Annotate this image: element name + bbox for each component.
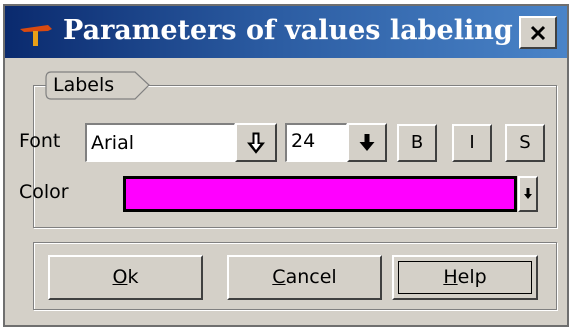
strikeout-button[interactable]: S — [505, 124, 545, 162]
hammer-icon — [20, 25, 52, 46]
size-dropdown-button[interactable] — [347, 123, 387, 162]
labels-group-title: Labels — [53, 74, 115, 96]
cancel-mnemonic: C — [272, 266, 286, 288]
ok-button[interactable]: Ok — [48, 255, 203, 300]
labels-group-tab: Labels — [45, 71, 150, 100]
cancel-label-rest: ancel — [285, 266, 337, 288]
color-dropdown-button[interactable] — [518, 176, 538, 212]
size-select-value: 24 — [291, 130, 316, 152]
window-title: Parameters of values labeling — [63, 15, 513, 46]
arrow-down-icon — [524, 188, 532, 199]
color-label: Color — [19, 181, 69, 203]
help-button[interactable]: Help — [392, 255, 538, 300]
italic-button[interactable]: I — [452, 124, 492, 162]
size-select[interactable]: 24 — [285, 123, 347, 162]
title-bar[interactable]: Parameters of values labeling — [5, 6, 567, 58]
cancel-button[interactable]: Cancel — [227, 255, 382, 300]
ok-label-rest: k — [127, 266, 139, 288]
color-select[interactable] — [123, 176, 517, 212]
arrow-down-icon — [359, 133, 375, 151]
dialog-window: Parameters of values labeling Labels Fon… — [3, 4, 569, 327]
font-select-value: Arial — [91, 132, 135, 154]
arrow-down-icon — [247, 132, 265, 154]
color-swatch — [125, 178, 515, 210]
close-icon — [530, 25, 546, 40]
help-focus-rect — [398, 261, 532, 294]
font-dropdown-button[interactable] — [235, 123, 277, 162]
font-select[interactable]: Arial — [85, 123, 235, 162]
bold-button[interactable]: B — [397, 124, 437, 162]
ok-mnemonic: O — [112, 266, 128, 288]
font-label: Font — [19, 130, 61, 152]
close-button[interactable] — [519, 16, 557, 49]
